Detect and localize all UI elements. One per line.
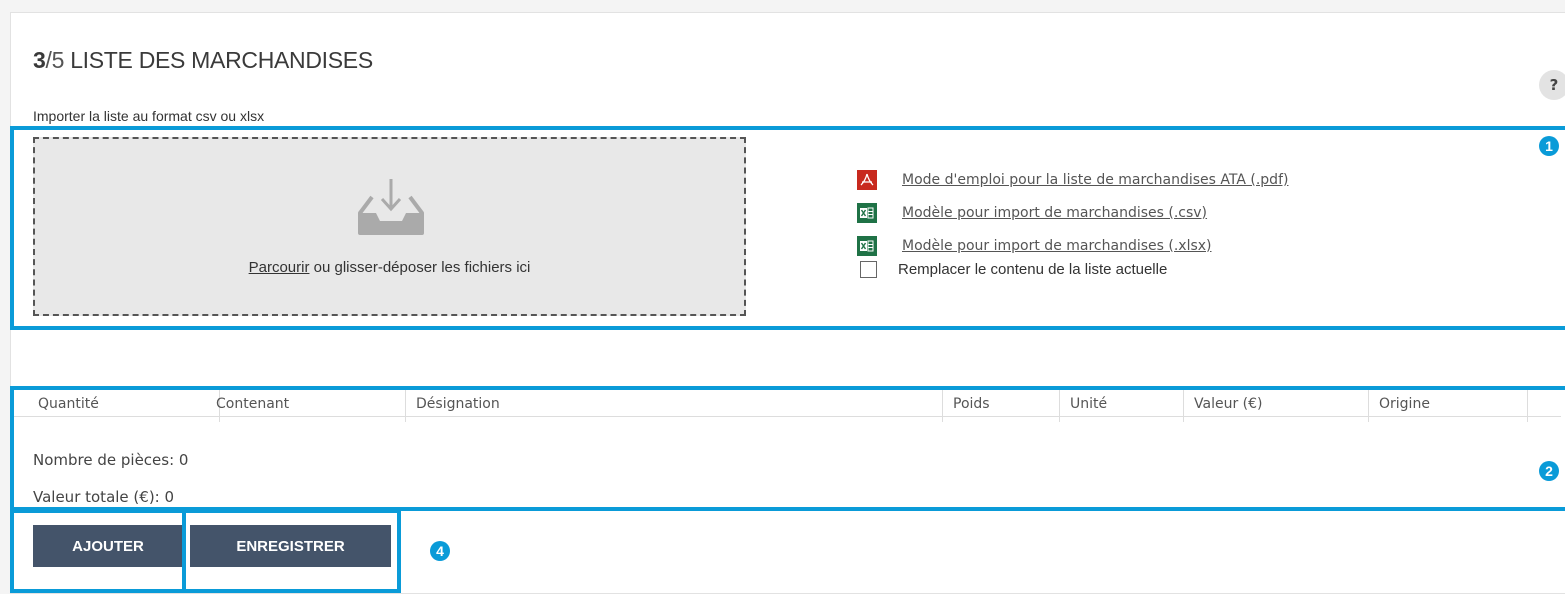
highlight-add-button bbox=[10, 509, 186, 593]
import-label: Importer la liste au format csv ou xlsx bbox=[33, 108, 265, 124]
annotation-badge-2: 2 bbox=[1539, 461, 1559, 481]
step-total: /5 bbox=[45, 47, 65, 73]
help-button[interactable]: ? bbox=[1539, 70, 1565, 100]
step-number: 3 bbox=[33, 47, 46, 73]
page-title: 3/5 LISTE DES MARCHANDISES bbox=[33, 47, 373, 74]
section-title: LISTE DES MARCHANDISES bbox=[70, 47, 373, 73]
highlight-import-section bbox=[10, 126, 1565, 330]
annotation-badge-4: 4 bbox=[430, 541, 450, 561]
highlight-save-button bbox=[182, 509, 401, 593]
annotation-badge-1: 1 bbox=[1539, 136, 1559, 156]
highlight-table-section bbox=[10, 386, 1565, 511]
